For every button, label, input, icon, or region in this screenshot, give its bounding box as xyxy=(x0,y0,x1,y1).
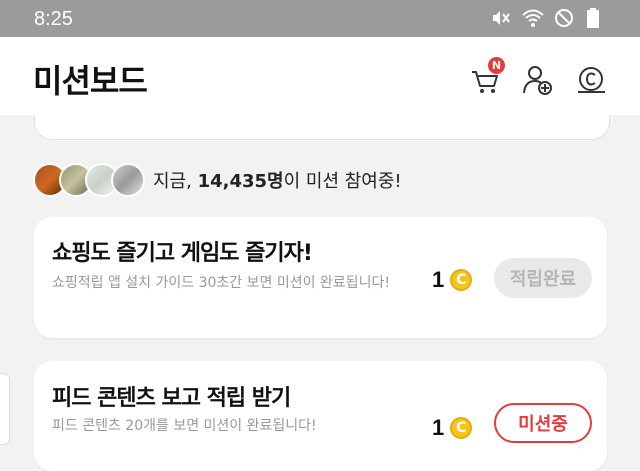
dnd-icon xyxy=(554,8,574,28)
status-bar: 8:25 xyxy=(0,0,640,37)
avatar xyxy=(111,163,145,197)
add-user-icon xyxy=(523,66,552,95)
invite-friend-button[interactable] xyxy=(521,63,555,97)
mission-list: 지금, 14,435명이 미션 참여중! 쇼핑도 즐기고 게임도 즐기자! 쇼핑… xyxy=(0,115,640,471)
app-bar: 미션보드 N xyxy=(0,37,640,115)
coin-icon: C xyxy=(450,269,473,291)
mission-title: 쇼핑도 즐기고 게임도 즐기자! xyxy=(52,241,313,266)
mission-card[interactable]: 피드 콘텐츠 보고 적립 받기 피드 콘텐츠 20개를 보면 미션이 완료됩니다… xyxy=(34,361,607,471)
mission-card[interactable]: 쇼핑도 즐기고 게임도 즐기자! 쇼핑적립 앱 설치 가이드 30초간 보면 미… xyxy=(34,217,607,338)
page-title: 미션보드 xyxy=(33,62,148,100)
reward-amount: 1 xyxy=(432,267,445,292)
status-time: 8:25 xyxy=(34,8,73,30)
side-handle[interactable] xyxy=(0,373,10,445)
participants-text: 지금, 14,435명이 미션 참여중! xyxy=(153,167,402,193)
mission-title: 피드 콘텐츠 보고 적립 받기 xyxy=(52,386,291,411)
mission-description: 쇼핑적립 앱 설치 가이드 30초간 보면 미션이 완료됩니다! xyxy=(52,275,390,291)
coin-history-button[interactable] xyxy=(574,63,608,97)
mute-icon xyxy=(490,8,510,28)
cart-button[interactable]: N xyxy=(470,57,505,97)
coin-icon: C xyxy=(450,417,473,439)
mission-description: 피드 콘텐츠 20개를 보면 미션이 완료됩니다! xyxy=(52,418,317,434)
battery-icon xyxy=(586,8,606,28)
cart-badge: N xyxy=(488,57,505,74)
reward-amount: 1 xyxy=(432,415,445,440)
mission-active-button[interactable]: 미션중 xyxy=(494,403,592,443)
participants-suffix: 이 미션 참여중! xyxy=(283,171,402,192)
banner-card[interactable] xyxy=(34,115,610,140)
participants-prefix: 지금, xyxy=(153,171,198,192)
status-icons xyxy=(490,8,606,28)
participant-avatars xyxy=(33,163,145,197)
mission-done-button[interactable]: 적립완료 xyxy=(494,258,592,298)
participants-count: 14,435명 xyxy=(197,171,284,192)
coin-history-icon xyxy=(578,67,605,93)
participants-row: 지금, 14,435명이 미션 참여중! xyxy=(33,160,402,200)
wifi-icon xyxy=(522,8,544,28)
mission-reward: 1 C xyxy=(432,267,473,293)
mission-reward: 1 C xyxy=(432,415,473,441)
